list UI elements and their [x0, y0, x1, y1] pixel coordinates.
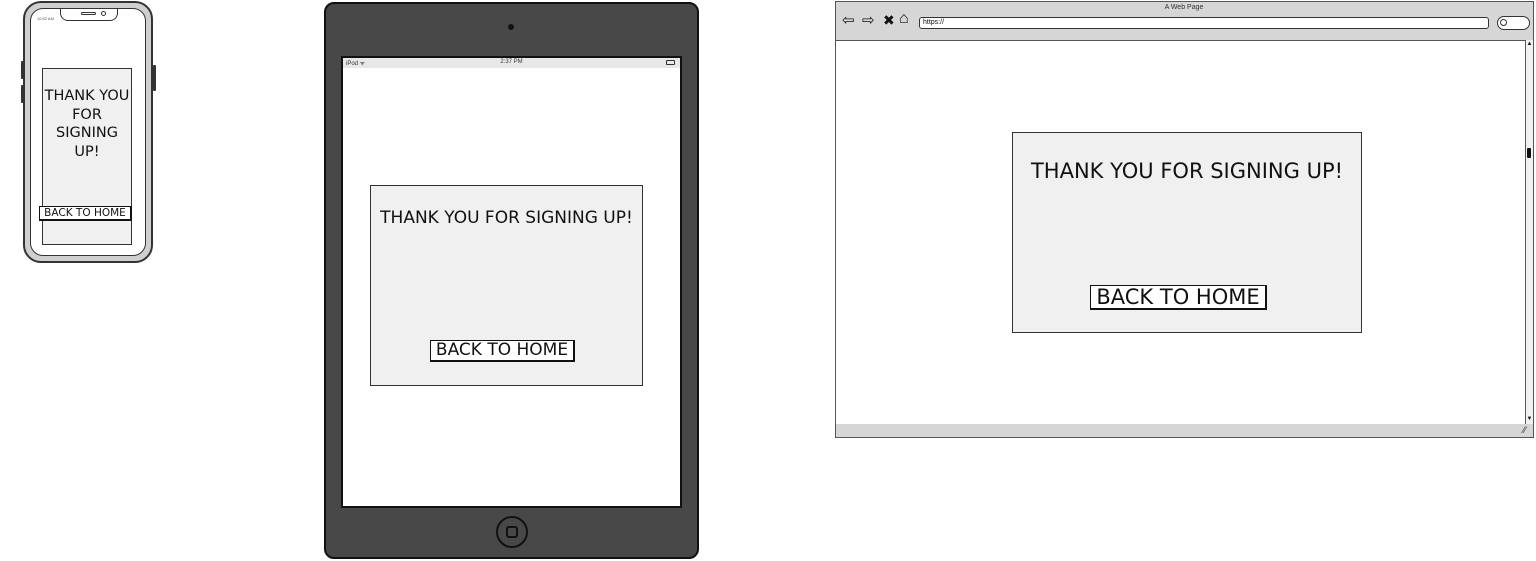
home-square-icon [506, 526, 518, 538]
browser-page-content: THANK YOU FOR SIGNING UP! BACK TO HOME [836, 40, 1525, 424]
vertical-scrollbar[interactable]: ▲ ▼ [1525, 40, 1533, 424]
phone-thank-you-card: THANK YOU FOR SIGNING UP! BACK TO HOME [39, 68, 132, 245]
phone-screen: 10:52 AM THANK YOU FOR SIGNING UP! BACK … [30, 8, 146, 256]
browser-mockup: A Web Page ⇦ ⇨ ✖ ⌂ https:// THANK YOU FO… [835, 1, 1534, 438]
browser-window-title: A Web Page [1164, 4, 1204, 11]
browser-thank-you-title: THANK YOU FOR SIGNING UP! [1030, 159, 1344, 183]
scroll-down-arrow-icon[interactable]: ▼ [1526, 416, 1533, 422]
phone-status-time: 10:52 AM [37, 16, 54, 21]
scroll-thumb[interactable] [1527, 148, 1531, 158]
browser-search-box[interactable] [1497, 16, 1530, 30]
phone-camera-icon [101, 11, 106, 16]
tablet-clock: 2:37 PM [500, 59, 523, 65]
battery-icon [666, 60, 675, 65]
phone-mockup: 10:52 AM THANK YOU FOR SIGNING UP! BACK … [21, 1, 156, 263]
search-icon [1500, 19, 1507, 26]
tablet-thank-you-card: THANK YOU FOR SIGNING UP! BACK TO HOME [370, 185, 643, 386]
back-arrow-icon[interactable]: ⇦ [842, 13, 855, 28]
url-input[interactable]: https:// [919, 17, 1489, 29]
tablet-thank-you-title: THANK YOU FOR SIGNING UP! [380, 208, 633, 228]
tablet-camera-icon [508, 24, 514, 30]
browser-back-to-home-button[interactable]: BACK TO HOME [1090, 285, 1267, 310]
phone-volume-down-button [21, 85, 24, 103]
phone-speaker-icon [81, 12, 96, 15]
browser-thank-you-card: THANK YOU FOR SIGNING UP! BACK TO HOME [1012, 132, 1362, 333]
phone-notch [60, 9, 118, 21]
forward-arrow-icon[interactable]: ⇨ [862, 13, 875, 28]
tablet-mockup: iPod ᯤ 2:37 PM THANK YOU FOR SIGNING UP!… [324, 2, 699, 559]
tablet-screen: iPod ᯤ 2:37 PM THANK YOU FOR SIGNING UP!… [341, 56, 682, 508]
scroll-up-arrow-icon[interactable]: ▲ [1526, 41, 1533, 47]
tablet-home-button[interactable] [496, 516, 528, 548]
phone-back-to-home-button[interactable]: BACK TO HOME [39, 206, 132, 221]
phone-volume-up-button [21, 61, 24, 79]
tablet-status-bar: iPod ᯤ 2:37 PM [343, 58, 680, 68]
tablet-back-to-home-button[interactable]: BACK TO HOME [430, 340, 575, 362]
home-icon[interactable]: ⌂ [899, 11, 909, 27]
phone-power-button [153, 65, 156, 91]
stop-icon[interactable]: ✖ [883, 12, 895, 28]
phone-thank-you-title: THANK YOU FOR SIGNING UP! [44, 88, 130, 160]
resize-grip-icon[interactable]: ⁄⁄ [1523, 426, 1526, 435]
